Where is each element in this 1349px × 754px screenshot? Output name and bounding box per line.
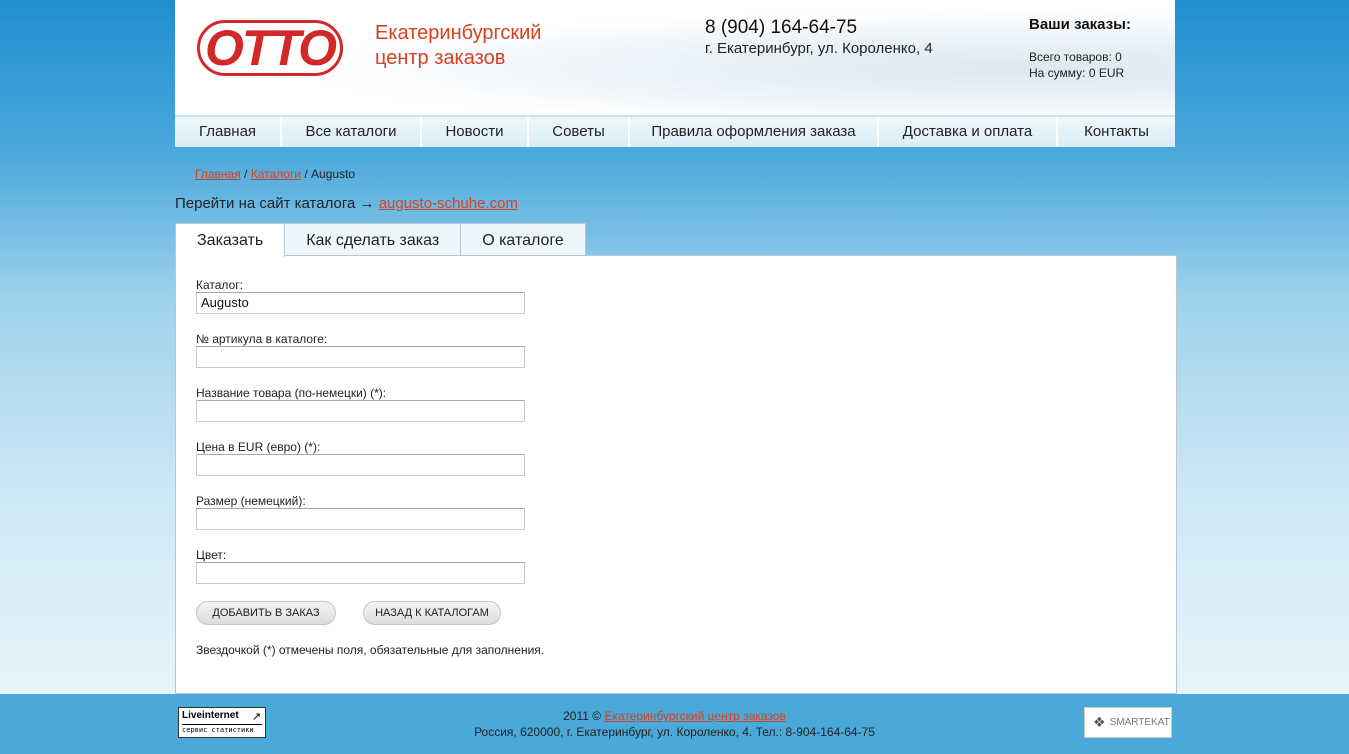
catalog-site-link[interactable]: augusto-schuhe.com xyxy=(379,195,518,212)
breadcrumb-separator: / xyxy=(240,167,251,181)
header-address: г. Екатеринбург, ул. Короленко, 4 xyxy=(705,40,933,57)
page-wrapper: OTTO Екатеринбургский центр заказов 8 (9… xyxy=(175,0,1175,147)
breadcrumb-current: Augusto xyxy=(311,167,356,181)
nav-item-contacts[interactable]: Контакты xyxy=(1058,117,1175,147)
nav-item-delivery[interactable]: Доставка и оплата xyxy=(879,117,1058,147)
required-fields-note: Звездочкой (*) отмечены поля, обязательн… xyxy=(196,643,545,657)
brand-line-1: Екатеринбургский xyxy=(375,22,542,44)
back-to-catalogs-button[interactable]: Назад к каталогам xyxy=(363,601,501,625)
article-number-field[interactable] xyxy=(196,346,525,368)
tab-order[interactable]: Заказать xyxy=(175,223,286,257)
breadcrumb-catalogs-link[interactable]: Каталоги xyxy=(251,167,301,181)
cart-title: Ваши заказы: xyxy=(1029,16,1131,33)
price-field[interactable] xyxy=(196,454,525,476)
main-nav: Главная Все каталоги Новости Советы Прав… xyxy=(175,115,1175,147)
nav-item-tips[interactable]: Советы xyxy=(529,117,630,147)
breadcrumb-home-link[interactable]: Главная xyxy=(195,167,241,181)
color-label: Цвет: xyxy=(196,548,227,562)
nav-item-news[interactable]: Новости xyxy=(422,117,529,147)
cart-sum: На сумму: 0 EUR xyxy=(1029,66,1125,80)
breadcrumb: Главная / Каталоги / Augusto xyxy=(195,167,355,181)
header-phone: 8 (904) 164-64-75 xyxy=(705,17,858,38)
logo-text: OTTO xyxy=(205,20,337,76)
brand-name: Екатеринбургский центр заказов xyxy=(375,21,605,71)
color-field[interactable] xyxy=(196,562,525,584)
price-label: Цена в EUR (евро) (*): xyxy=(196,440,321,454)
nav-item-catalogs[interactable]: Все каталоги xyxy=(282,117,422,147)
site-header: OTTO Екатеринбургский центр заказов 8 (9… xyxy=(175,0,1175,115)
catalog-site-text: Перейти на сайт каталога → xyxy=(175,195,379,212)
brand-line-2: центр заказов xyxy=(375,47,506,69)
otto-logo[interactable]: OTTO xyxy=(197,20,343,76)
site-footer: Liveinternet сервис статистики ↗ 2011 © … xyxy=(0,694,1349,754)
cart-items-count: Всего товаров: 0 xyxy=(1029,50,1122,64)
diamond-icon: ❖ xyxy=(1093,714,1106,731)
add-to-order-button[interactable]: Добавить в заказ xyxy=(196,601,336,625)
order-form-panel: Каталог: Augusto № артикула в каталоге: … xyxy=(175,255,1177,694)
size-field[interactable] xyxy=(196,508,525,530)
footer-site-link[interactable]: Екатеринбургский центр заказов xyxy=(604,709,785,723)
catalog-label: Каталог: xyxy=(196,278,243,292)
nav-item-order-rules[interactable]: Правила оформления заказа xyxy=(630,117,879,147)
nav-item-home[interactable]: Главная xyxy=(175,117,282,147)
smartekat-text: SMARTEKAT xyxy=(1109,717,1170,728)
tab-about-catalog[interactable]: О каталоге xyxy=(460,223,586,256)
article-number-label: № артикула в каталоге: xyxy=(196,332,328,346)
size-label: Размер (немецкий): xyxy=(196,494,306,508)
catalog-site-line: Перейти на сайт каталога → augusto-schuh… xyxy=(175,195,518,212)
copyright-prefix: 2011 © xyxy=(563,709,605,723)
smartekat-logo[interactable]: ❖ SMARTEKAT xyxy=(1084,707,1172,738)
tab-bar: Заказать Как сделать заказ О каталоге xyxy=(175,223,586,257)
tab-how-to-order[interactable]: Как сделать заказ xyxy=(284,223,462,256)
product-name-label: Название товара (по-немецки) (*): xyxy=(196,386,387,400)
product-name-field[interactable] xyxy=(196,400,525,422)
breadcrumb-separator: / xyxy=(301,167,312,181)
catalog-field[interactable]: Augusto xyxy=(196,292,525,314)
